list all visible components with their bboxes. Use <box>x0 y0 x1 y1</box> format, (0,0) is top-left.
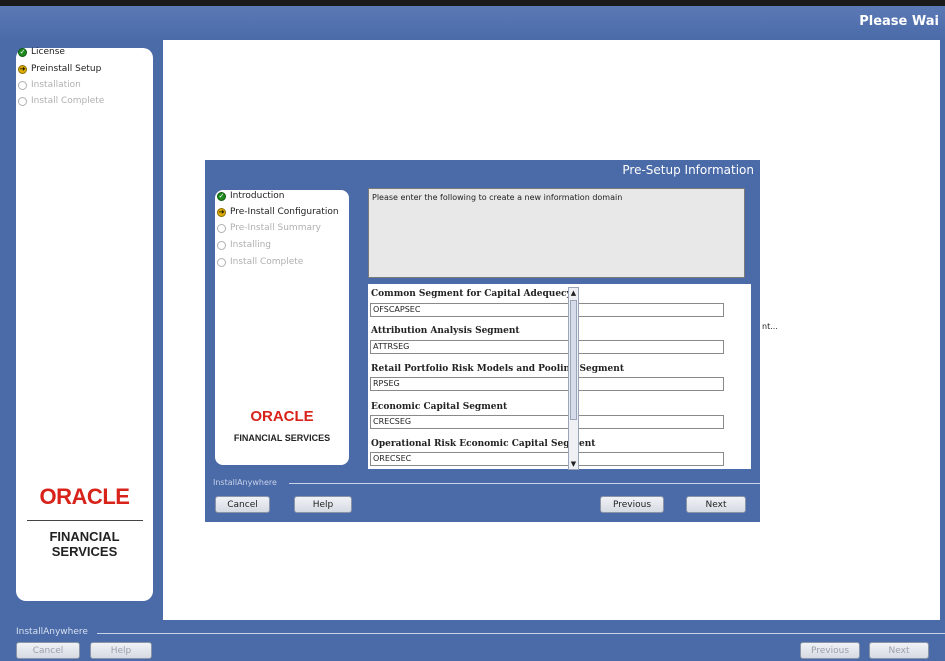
logo-divider <box>26 520 143 521</box>
empty-circle-icon <box>217 257 226 267</box>
check-icon: ✓ <box>217 191 226 201</box>
arrow-right-icon: ➔ <box>217 207 226 217</box>
field-label: Attribution Analysis Segment <box>371 326 520 336</box>
dialog-help-button[interactable]: Help <box>294 496 352 513</box>
step-label: Pre-Install Configuration <box>230 207 339 217</box>
empty-circle-icon <box>217 240 226 250</box>
installer-footer: InstallAnywhere Cancel Help Previous Nex… <box>0 620 945 661</box>
dialog-title: Pre-Setup Information <box>622 163 754 177</box>
step-label: Pre-Install Summary <box>230 223 322 233</box>
field-label: Economic Capital Segment <box>371 402 508 412</box>
empty-circle-icon <box>18 80 27 90</box>
dialog-previous-button[interactable]: Previous <box>600 496 664 513</box>
step-pre-install-summary: Pre-Install Summary <box>217 223 321 233</box>
check-icon: ✓ <box>18 47 27 57</box>
oracle-wordmark: ORACLE <box>250 408 314 425</box>
dialog-cancel-button[interactable]: Cancel <box>215 496 270 513</box>
step-installing: Installing <box>217 240 271 250</box>
installanywhere-label: InstallAnywhere <box>213 478 277 487</box>
financial-services-label: FINANCIAL SERVICES <box>49 529 120 559</box>
oracle-wordmark: ORACLE <box>39 484 130 509</box>
common-segment-input[interactable]: OFSCAPSEC <box>370 303 724 317</box>
footer-divider <box>289 483 760 484</box>
outer-steps-panel: ✓ License ➔ Preinstall Setup Installatio… <box>16 47 153 601</box>
footer-divider <box>97 633 945 634</box>
step-label: Introduction <box>230 191 285 201</box>
step-label: Preinstall Setup <box>31 64 102 74</box>
oracle-logo: ORACLE FINANCIAL SERVICES <box>215 408 349 443</box>
operational-risk-input[interactable]: ORECSEC <box>370 452 724 466</box>
oracle-logo: ORACLE FINANCIAL SERVICES <box>16 484 153 559</box>
dialog-next-button[interactable]: Next <box>686 496 746 513</box>
step-introduction: ✓ Introduction <box>217 191 285 201</box>
background-status-text: nt... <box>762 322 778 331</box>
outer-right-band <box>940 40 945 620</box>
step-label: Install Complete <box>230 257 304 267</box>
economic-capital-input[interactable]: CRECSEG <box>370 415 724 429</box>
dialog-steps-panel: ✓ Introduction ➔ Pre-Install Configurati… <box>215 190 349 465</box>
scroll-down-arrow-icon[interactable]: ▼ <box>569 459 578 469</box>
field-label: Operational Risk Economic Capital Segmen… <box>371 439 596 449</box>
outer-step-preinstall-setup: ➔ Preinstall Setup <box>18 64 101 74</box>
scroll-thumb[interactable] <box>570 300 577 420</box>
step-label: License <box>31 47 65 57</box>
outer-step-license: ✓ License <box>18 47 65 57</box>
next-button[interactable]: Next <box>869 642 929 659</box>
field-label: Common Segment for Capital Adequecy <box>371 289 572 299</box>
dialog-description: Please enter the following to create a n… <box>368 188 745 278</box>
step-label: Installing <box>230 240 272 250</box>
pre-setup-dialog: Pre-Setup Information ✓ Introduction ➔ P… <box>205 160 760 522</box>
step-pre-install-configuration: ➔ Pre-Install Configuration <box>217 207 339 217</box>
attribution-analysis-input[interactable]: ATTRSEG <box>370 340 724 354</box>
help-button[interactable]: Help <box>90 642 152 659</box>
installer-title-bar: Please Wai <box>0 6 945 40</box>
empty-circle-icon <box>217 223 226 233</box>
installanywhere-label: InstallAnywhere <box>16 627 88 637</box>
field-label: Retail Portfolio Risk Models and Pooling… <box>371 364 624 374</box>
step-install-complete: Install Complete <box>217 257 303 267</box>
empty-circle-icon <box>18 96 27 106</box>
step-label: Install Complete <box>31 96 105 106</box>
window-status-title: Please Wai <box>859 14 939 29</box>
segment-form: Common Segment for Capital Adequecy OFSC… <box>368 284 751 469</box>
arrow-right-icon: ➔ <box>18 64 27 74</box>
form-scrollbar[interactable]: ▲ ▼ <box>568 287 579 470</box>
previous-button[interactable]: Previous <box>800 642 860 659</box>
financial-services-label: FINANCIAL SERVICES <box>233 433 331 443</box>
outer-step-installation: Installation <box>18 80 81 90</box>
step-label: Installation <box>31 80 81 90</box>
outer-step-install-complete: Install Complete <box>18 96 104 106</box>
cancel-button[interactable]: Cancel <box>16 642 80 659</box>
scroll-up-arrow-icon[interactable]: ▲ <box>569 288 578 298</box>
retail-portfolio-input[interactable]: RPSEG <box>370 377 724 391</box>
